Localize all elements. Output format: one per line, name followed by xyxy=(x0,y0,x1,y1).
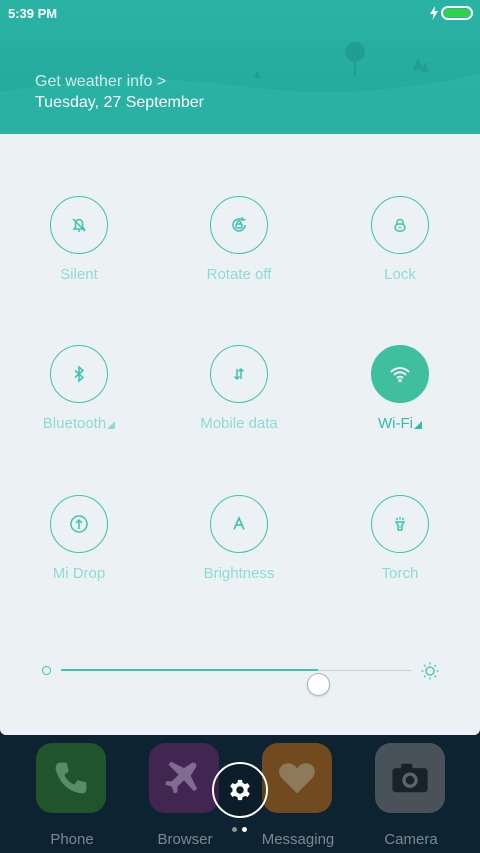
toggle-circle[interactable] xyxy=(50,345,108,403)
toggle-label: Wi-Fi xyxy=(330,415,470,432)
page-indicator xyxy=(232,827,252,833)
page-dot xyxy=(242,827,247,832)
brightness-auto-icon xyxy=(233,515,245,530)
toggle-label: Rotate off xyxy=(206,266,272,283)
date-label: Tuesday, 27 September xyxy=(35,94,204,111)
gear-icon xyxy=(230,779,250,801)
status-bar: 5:39 PM xyxy=(0,0,480,28)
bluetooth-icon xyxy=(74,365,85,383)
app-label: Browser xyxy=(157,831,213,848)
submenu-indicator-icon xyxy=(413,421,422,429)
toggle-rotate[interactable]: Rotate off xyxy=(169,196,309,316)
rotate-lock-icon xyxy=(232,216,246,232)
camera-icon[interactable] xyxy=(375,743,445,813)
clock: 5:39 PM xyxy=(8,6,58,21)
toggle-circle[interactable] xyxy=(50,495,108,553)
weather-link[interactable]: Get weather info > xyxy=(35,73,166,91)
torch-icon xyxy=(394,517,406,531)
toggle-label: Torch xyxy=(381,565,419,582)
dock-app-messaging[interactable]: Messaging xyxy=(262,743,334,848)
app-label: Phone xyxy=(50,831,94,848)
airplane-icon[interactable] xyxy=(149,743,219,813)
toggle-bluetooth[interactable]: Bluetooth xyxy=(9,345,149,465)
brightness-slider[interactable] xyxy=(42,656,442,696)
notification-header: 5:39 PM Get weather info > Tuesday, 27 S… xyxy=(0,0,480,134)
brightness-high-icon xyxy=(421,662,439,680)
app-label: Messaging xyxy=(261,831,335,848)
toggle-label: Mi Drop xyxy=(52,565,106,582)
toggle-brightness[interactable]: Brightness xyxy=(169,495,309,615)
battery-icon xyxy=(441,6,473,20)
brightness-low-icon xyxy=(42,666,51,675)
dock-app-camera[interactable]: Camera xyxy=(375,743,447,848)
dock-app-phone[interactable]: Phone xyxy=(36,743,108,848)
toggle-silent[interactable]: Silent xyxy=(9,196,149,316)
toggle-label: Mobile data xyxy=(200,415,278,432)
page-dot xyxy=(232,827,237,832)
quick-settings-panel: Silent Rotate off Lock Bluetooth Mobile … xyxy=(0,134,480,735)
charging-icon xyxy=(430,6,438,20)
toggle-label: Silent xyxy=(60,266,98,283)
heart-icon[interactable] xyxy=(262,743,332,813)
slider-thumb[interactable] xyxy=(307,673,331,696)
toggle-mi-drop[interactable]: Mi Drop xyxy=(9,495,149,615)
toggle-torch[interactable]: Torch xyxy=(330,495,470,615)
toggle-label: Bluetooth xyxy=(9,415,149,432)
silent-icon xyxy=(72,218,86,232)
toggle-circle[interactable] xyxy=(50,196,108,254)
toggle-circle[interactable] xyxy=(371,196,429,254)
wifi-icon xyxy=(390,367,410,383)
toggle-mobile-data[interactable]: Mobile data xyxy=(169,345,309,465)
settings-button[interactable] xyxy=(212,762,268,818)
toggle-circle[interactable] xyxy=(371,495,429,553)
toggle-circle[interactable] xyxy=(210,495,268,553)
lock-icon xyxy=(394,218,406,232)
mi-drop-icon xyxy=(70,515,88,533)
toggle-circle[interactable] xyxy=(210,196,268,254)
toggle-label: Brightness xyxy=(203,565,275,582)
slider-fill xyxy=(61,669,319,671)
toggle-circle[interactable] xyxy=(371,345,429,403)
dock-app-browser[interactable]: Browser xyxy=(149,743,221,848)
toggle-label: Lock xyxy=(384,266,416,283)
toggle-circle[interactable] xyxy=(210,345,268,403)
mobile-data-icon xyxy=(233,367,245,381)
submenu-indicator-icon xyxy=(107,421,116,429)
slider-track[interactable] xyxy=(61,669,411,696)
toggle-lock[interactable]: Lock xyxy=(330,196,470,316)
phone-icon[interactable] xyxy=(36,743,106,813)
app-label: Camera xyxy=(384,831,438,848)
toggle-wifi[interactable]: Wi-Fi xyxy=(330,345,470,465)
